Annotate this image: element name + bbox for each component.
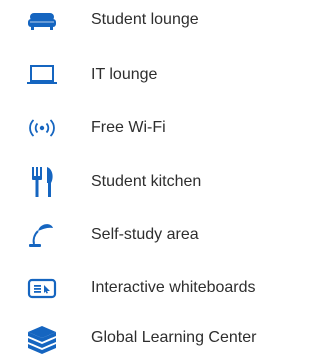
sofa-icon bbox=[24, 0, 68, 40]
amenity-global-learning-center: Global Learning Center bbox=[0, 318, 298, 358]
amenity-student-kitchen: Student kitchen bbox=[0, 162, 298, 202]
fork-knife-icon bbox=[24, 162, 68, 202]
amenity-label: Interactive whiteboards bbox=[91, 279, 256, 296]
amenity-it-lounge: IT lounge bbox=[0, 55, 298, 95]
amenity-label: Self-study area bbox=[91, 226, 199, 243]
whiteboard-icon bbox=[24, 268, 68, 308]
amenity-student-lounge: Student lounge bbox=[0, 0, 298, 40]
desk-lamp-icon bbox=[24, 215, 68, 255]
wifi-icon bbox=[24, 108, 68, 148]
amenity-label: Student kitchen bbox=[91, 173, 202, 190]
amenity-self-study-area: Self-study area bbox=[0, 215, 298, 255]
amenity-label: Free Wi-Fi bbox=[91, 119, 166, 136]
books-icon bbox=[24, 318, 68, 358]
amenities-list: Student lounge IT lounge Free Wi-Fi Stud… bbox=[0, 0, 298, 354]
amenity-free-wifi: Free Wi-Fi bbox=[0, 108, 298, 148]
amenity-label: IT lounge bbox=[91, 66, 158, 83]
amenity-interactive-whiteboards: Interactive whiteboards bbox=[0, 268, 298, 308]
amenity-label: Student lounge bbox=[91, 11, 199, 28]
laptop-icon bbox=[24, 55, 68, 95]
amenity-label: Global Learning Center bbox=[91, 329, 257, 346]
